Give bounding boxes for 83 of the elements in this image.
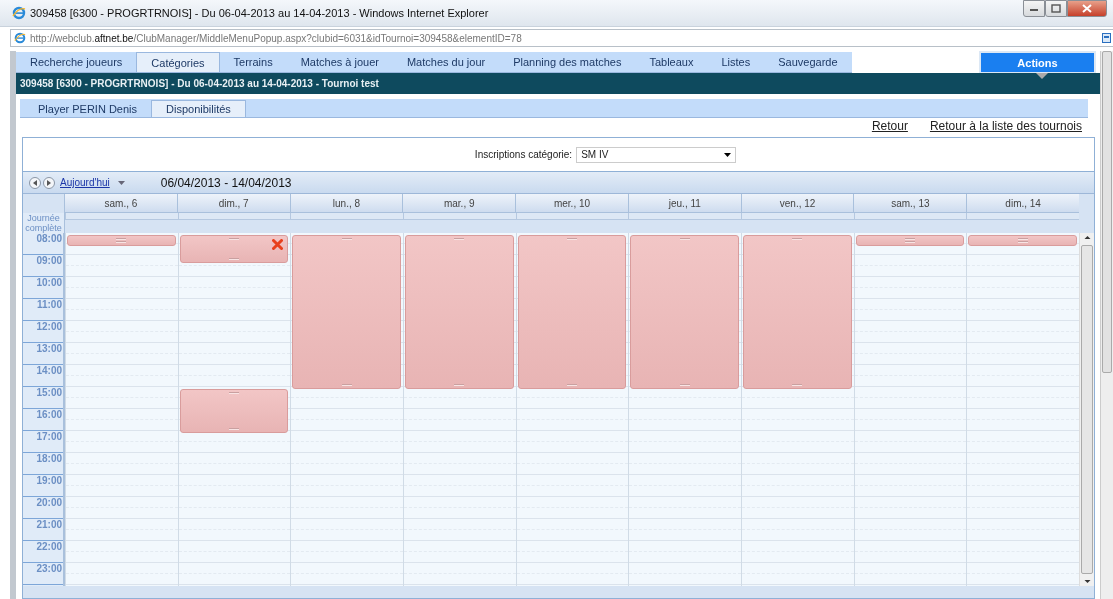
hour-label: 21:00 [23,519,63,541]
delete-icon[interactable] [272,239,284,250]
day-header: jeu., 11 [627,194,741,213]
window-title: 309458 [6300 - PROGRTRNOIS] - Du 06-04-2013 au 14-04-2013 - Windows Internet Explorer [30,7,489,19]
all-day-cell[interactable] [403,213,516,220]
tournament-title: 309458 [6300 - PROGRTRNOIS] - Du 06-04-2013 au 14-04-2013 - Tournoi test [20,78,379,89]
all-day-cell[interactable] [290,213,403,220]
sub-tab[interactable]: Player PERIN Denis [24,100,152,117]
all-day-cell[interactable] [966,213,1080,220]
address-bar[interactable]: http://webclub.aftnet.be/ClubManager/MiddleMenuPopup.aspx?clubid=6031&idTournoi=309458&elementID=78 [10,29,1113,47]
all-day-cell[interactable] [65,213,178,220]
left-arrow-icon [32,179,38,186]
all-day-cell[interactable] [853,213,967,220]
availability-block[interactable] [630,235,740,389]
all-day-cell[interactable] [741,213,854,220]
date-range: 06/04/2013 - 14/04/2013 [160,175,292,190]
hour-label: 11:00 [23,299,63,321]
hour-label: 17:00 [23,431,63,453]
hour-label: 16:00 [23,409,63,431]
availability-block[interactable] [517,235,627,389]
nav-tab[interactable]: Matches du jour [392,52,500,72]
availability-block[interactable] [855,235,965,246]
minimize-button[interactable] [1023,0,1045,17]
day-header: ven., 12 [740,194,854,213]
hour-label: 19:00 [23,475,63,497]
nav-tab[interactable]: Tableaux [635,52,708,72]
hour-label: 12:00 [23,321,63,343]
today-link[interactable]: Aujourd'hui [60,177,110,188]
all-day-cell[interactable] [177,213,291,220]
day-header: dim., 7 [176,194,290,213]
next-button[interactable] [43,176,55,189]
filter-label: Inscriptions catégorie: [474,149,573,160]
all-day-cell[interactable] [515,213,629,220]
hour-label: 22:00 [23,541,63,563]
hour-label: 20:00 [23,497,63,519]
close-button[interactable] [1067,0,1107,17]
availability-block[interactable] [292,235,401,389]
hour-label: 09:00 [23,255,63,277]
all-day-label: Journée complète [23,213,65,233]
dropdown-icon [724,152,732,157]
scrollbar[interactable] [1079,233,1095,586]
nav-tab[interactable]: Catégories [136,52,220,72]
day-header: lun., 8 [289,194,403,213]
hour-label: 08:00 [23,233,63,255]
hour-label: 14:00 [23,365,63,387]
back-link[interactable]: Retour à la liste des tournois [929,118,1082,133]
page-scrollbar[interactable] [1100,51,1113,599]
hour-label: 18:00 [23,453,63,475]
availability-block[interactable] [743,235,852,389]
nav-tab[interactable]: Planning des matches [499,52,636,72]
nav-tab[interactable]: Listes [707,52,765,72]
hour-label: 23:00 [23,563,63,585]
caret-icon[interactable] [117,180,125,185]
hour-label: 15:00 [23,387,63,409]
day-header: sam., 6 [64,194,177,213]
right-arrow-icon [46,179,52,186]
all-day-cell[interactable] [628,213,742,220]
nav-tab[interactable]: Terrains [219,52,287,72]
sub-tab[interactable]: Disponibilités [151,100,246,117]
page-icon [1102,33,1111,43]
category-select[interactable]: SM IV [576,146,737,163]
nav-tab[interactable]: Matches à jouer [286,52,393,72]
hour-label: 10:00 [23,277,63,299]
availability-block[interactable] [67,235,176,246]
availability-block[interactable] [405,235,514,389]
url-text: http://webclub.aftnet.be/ClubManager/MiddleMenuPopup.aspx?clubid=6031&idTournoi=309458&elementID=78 [30,32,522,44]
nav-tab[interactable]: Recherche joueurs [16,52,137,72]
day-header: mar., 9 [402,194,516,213]
availability-block[interactable] [179,389,289,433]
browser-icon [12,6,26,20]
day-header: dim., 14 [966,194,1080,213]
previous-button[interactable] [29,176,41,189]
actions-button[interactable]: Actions [979,51,1096,74]
day-header: mer., 10 [515,194,628,213]
nav-tab[interactable]: Sauvegarde [764,52,852,72]
maximize-icon [1051,4,1061,13]
day-header: sam., 13 [853,194,967,213]
browser-icon [14,32,26,44]
back-link[interactable]: Retour [871,118,908,133]
availability-block[interactable] [179,235,289,263]
maximize-button[interactable] [1045,0,1067,17]
hour-label: 13:00 [23,343,63,365]
close-icon [1082,4,1092,13]
